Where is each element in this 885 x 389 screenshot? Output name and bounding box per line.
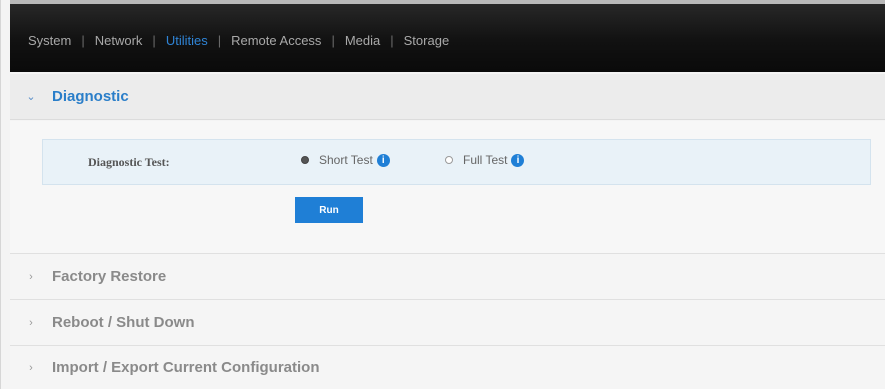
tab-utilities[interactable]: Utilities: [166, 33, 208, 48]
nav-separator: |: [152, 33, 156, 48]
tab-remote-access[interactable]: Remote Access: [231, 33, 321, 48]
section-title-factory-restore: Factory Restore: [52, 268, 167, 285]
nav-separator: |: [331, 33, 335, 48]
chevron-down-icon: ⌄: [26, 91, 36, 103]
tab-network[interactable]: Network: [95, 33, 143, 48]
app-frame: System | Network | Utilities | Remote Ac…: [0, 0, 885, 389]
section-header-factory-restore[interactable]: › Factory Restore: [10, 253, 885, 299]
diagnostic-test-label: Diagnostic Test:: [88, 155, 170, 169]
short-test-radio[interactable]: [301, 156, 309, 164]
full-test-option[interactable]: Full Test i: [445, 153, 525, 167]
diagnostic-panel: Diagnostic Test: Short Test i Full Test …: [10, 121, 885, 253]
full-test-label: Full Test: [463, 153, 508, 167]
chevron-right-icon: ›: [29, 316, 33, 329]
section-header-reboot-shutdown[interactable]: › Reboot / Shut Down: [10, 299, 885, 345]
nav-separator: |: [81, 33, 85, 48]
tab-media[interactable]: Media: [345, 33, 380, 48]
nav-separator: |: [390, 33, 394, 48]
main-nav: System | Network | Utilities | Remote Ac…: [28, 33, 449, 48]
section-header-diagnostic[interactable]: ⌄ Diagnostic: [10, 74, 885, 120]
chevron-right-icon: ›: [29, 270, 33, 283]
full-test-radio[interactable]: [445, 156, 453, 164]
top-nav-bar: System | Network | Utilities | Remote Ac…: [10, 0, 885, 72]
tab-storage[interactable]: Storage: [404, 33, 450, 48]
run-button[interactable]: Run: [295, 197, 363, 223]
chevron-right-icon: ›: [29, 361, 33, 374]
section-header-import-export[interactable]: › Import / Export Current Configuration: [10, 345, 885, 389]
info-icon[interactable]: i: [376, 153, 390, 167]
short-test-label: Short Test: [319, 153, 373, 167]
nav-separator: |: [217, 33, 222, 48]
short-test-option[interactable]: Short Test i: [301, 153, 390, 167]
section-title-reboot-shutdown: Reboot / Shut Down: [52, 314, 195, 331]
diagnostic-test-row: Diagnostic Test: Short Test i Full Test …: [42, 139, 871, 185]
section-title-import-export: Import / Export Current Configuration: [52, 359, 320, 376]
section-title-diagnostic: Diagnostic: [52, 88, 129, 105]
info-icon[interactable]: i: [511, 153, 525, 167]
tab-system[interactable]: System: [28, 33, 71, 48]
